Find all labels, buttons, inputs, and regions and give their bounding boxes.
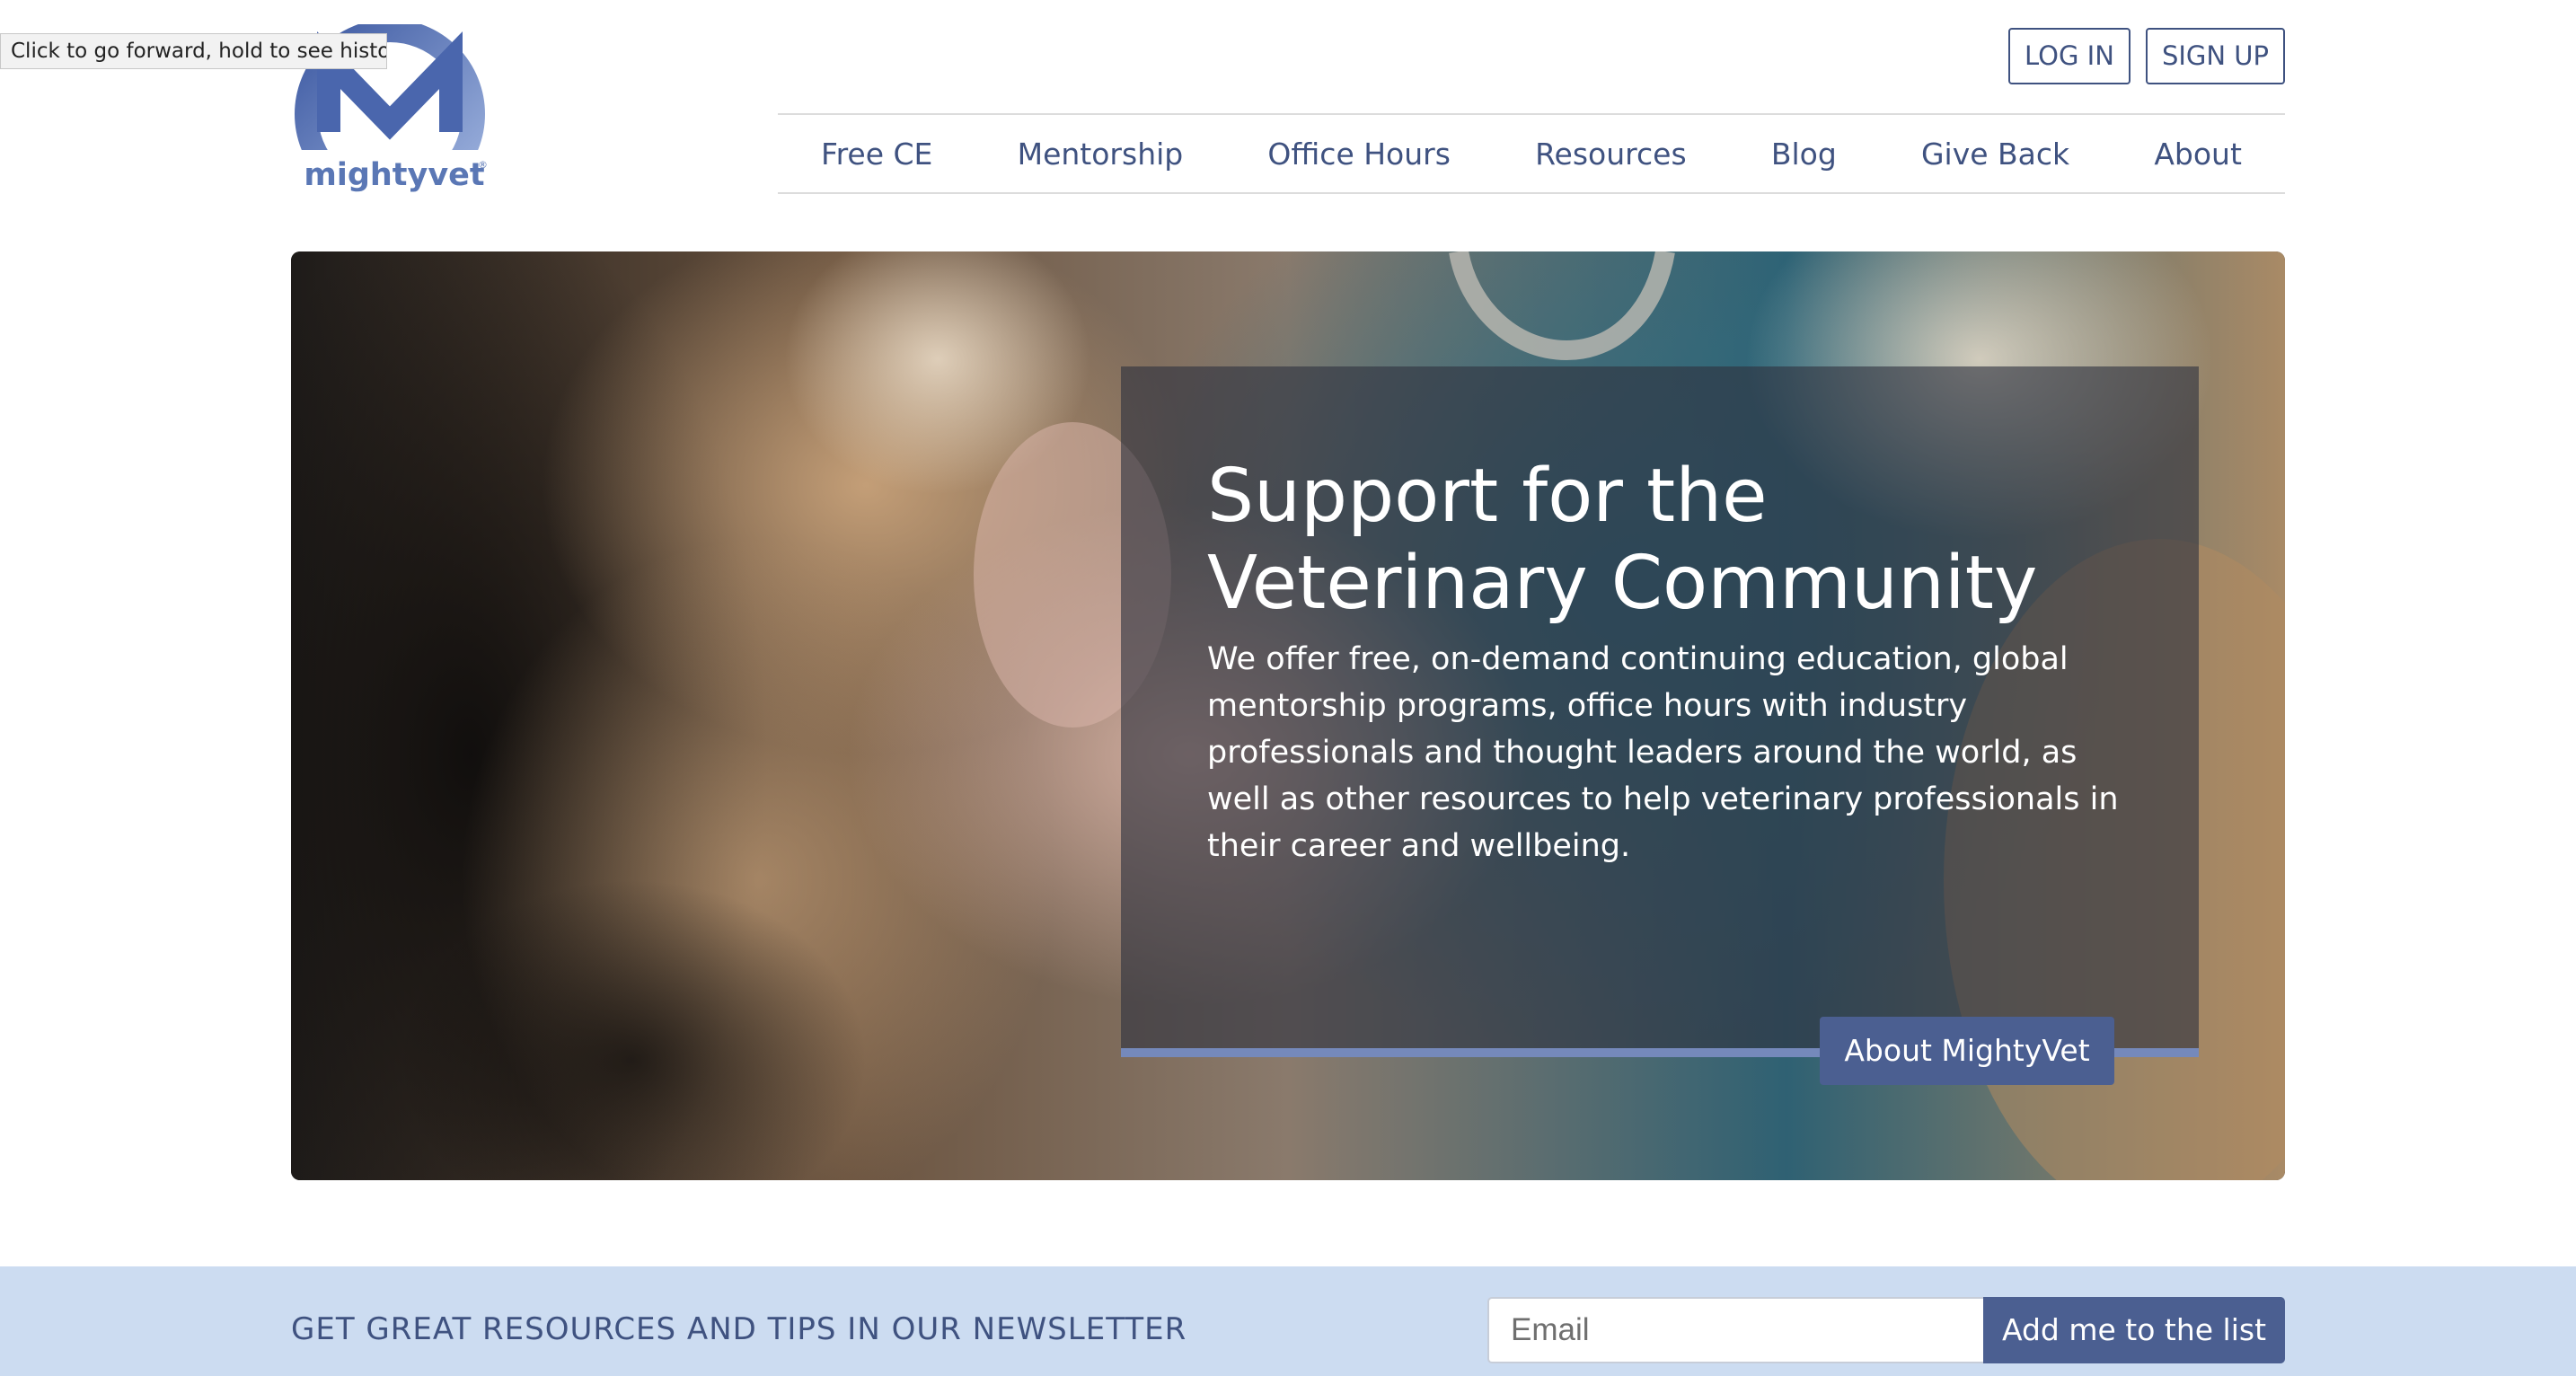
- nav-item-give-back[interactable]: Give Back: [1921, 137, 2069, 172]
- hero-description: We offer free, on-demand continuing educ…: [1207, 641, 2119, 864]
- hero-card: Support for the Veterinary Community We …: [1121, 366, 2199, 1085]
- logo-registered-mark: ®: [478, 159, 488, 171]
- newsletter-submit-button[interactable]: Add me to the list: [1983, 1297, 2285, 1363]
- hero-title-line-2: Veterinary Community: [1207, 541, 2038, 626]
- hero-title-line-1: Support for the: [1207, 454, 1768, 539]
- nav-item-office-hours[interactable]: Office Hours: [1267, 137, 1451, 172]
- hero-banner: Support for the Veterinary Community We …: [291, 251, 2285, 1180]
- email-field[interactable]: [1487, 1297, 1983, 1363]
- nav-item-about[interactable]: About: [2154, 137, 2242, 172]
- main-nav: Free CE Mentorship Office Hours Resource…: [778, 113, 2285, 194]
- nav-item-free-ce[interactable]: Free CE: [821, 137, 932, 172]
- nav-item-blog[interactable]: Blog: [1771, 137, 1837, 172]
- about-mightyvet-button[interactable]: About MightyVet: [1820, 1017, 2114, 1085]
- logo-wordmark: mightyvet: [304, 157, 485, 193]
- hero-title: Support for the Veterinary Community: [1207, 453, 2159, 627]
- login-button[interactable]: LOG IN: [2008, 28, 2130, 84]
- nav-item-mentorship[interactable]: Mentorship: [1018, 137, 1184, 172]
- signup-button[interactable]: SIGN UP: [2145, 28, 2285, 84]
- browser-tooltip: Click to go forward, hold to see history: [0, 33, 387, 69]
- newsletter-label: GET GREAT RESOURCES AND TIPS IN OUR NEWS…: [291, 1311, 1187, 1347]
- nav-item-resources[interactable]: Resources: [1535, 137, 1687, 172]
- auth-buttons: LOG IN SIGN UP: [2008, 28, 2285, 84]
- newsletter-bar: GET GREAT RESOURCES AND TIPS IN OUR NEWS…: [0, 1266, 2576, 1376]
